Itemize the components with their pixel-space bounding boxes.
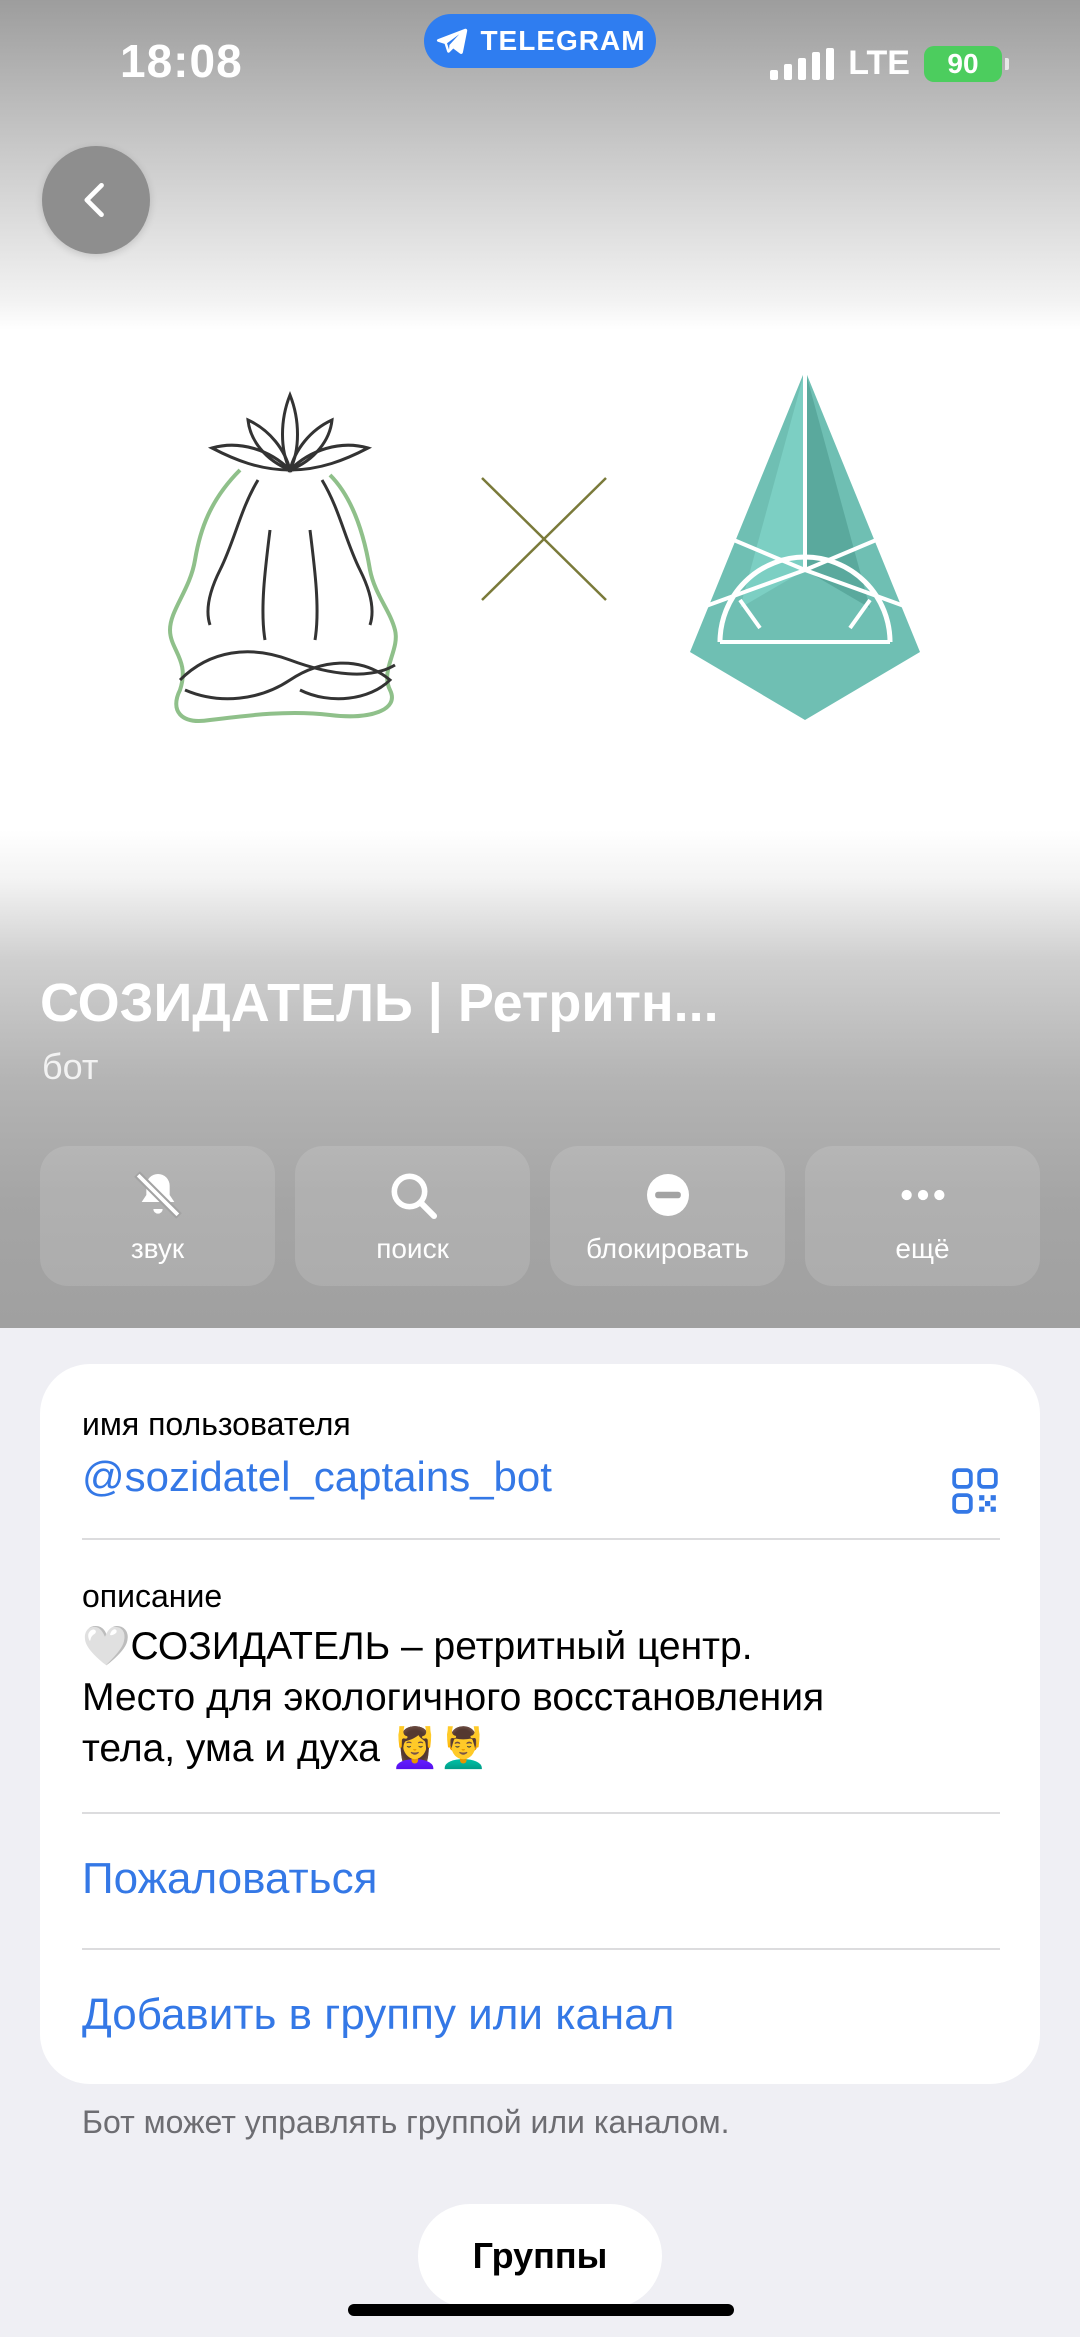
mute-label: звук xyxy=(130,1233,185,1264)
description-line: тела, ума и духа 💆‍♀️💆‍♂️ xyxy=(82,1727,488,1770)
signal-icon xyxy=(770,47,835,80)
network-type: LTE xyxy=(848,44,910,82)
divider xyxy=(82,1812,1000,1814)
profile-header: 18:08 TELEGRAM LTE 90 СОЗИДАТЕЛЬ | Ретри… xyxy=(0,0,1080,1328)
bot-profile-screen: 18:08 TELEGRAM LTE 90 СОЗИДАТЕЛЬ | Ретри… xyxy=(0,0,1080,2337)
chevron-left-icon xyxy=(84,182,104,218)
divider xyxy=(82,1538,1000,1540)
bot-info-card: имя пользователя @sozidatel_captains_bot… xyxy=(40,1364,1040,2084)
add-to-group-link[interactable]: Добавить в группу или канал xyxy=(82,1990,1000,2040)
more-icon xyxy=(901,1189,944,1201)
cross-icon xyxy=(481,477,607,601)
search-button[interactable]: поиск xyxy=(295,1146,530,1286)
description-line: Место для экологичного восстановления xyxy=(82,1676,825,1719)
battery-icon: 90 xyxy=(924,45,1009,82)
profile-action-bar: звук поиск блокировать ещё xyxy=(40,1146,1040,1286)
qr-code-icon[interactable] xyxy=(950,1466,1000,1516)
bot-name-title: СОЗИДАТЕЛЬ | Ретритн... xyxy=(40,973,719,1033)
mute-button[interactable]: звук xyxy=(40,1146,275,1286)
search-label: поиск xyxy=(376,1233,449,1264)
report-link[interactable]: Пожаловаться xyxy=(82,1854,1000,1904)
footnote-text: Бот может управлять группой или каналом. xyxy=(82,2104,730,2140)
back-button[interactable] xyxy=(42,146,150,254)
telegram-icon xyxy=(437,28,468,54)
block-button[interactable]: блокировать xyxy=(550,1146,785,1286)
meditation-figure-icon xyxy=(167,390,398,723)
more-button[interactable]: ещё xyxy=(805,1146,1040,1286)
username-value[interactable]: @sozidatel_captains_bot xyxy=(82,1453,1000,1501)
more-label: ещё xyxy=(895,1233,950,1264)
description-text: 🤍СОЗИДАТЕЛЬ – ретритный центр. Место для… xyxy=(82,1621,1000,1774)
home-indicator[interactable] xyxy=(348,2304,734,2316)
status-indicators: LTE 90 xyxy=(770,44,1009,83)
divider xyxy=(82,1948,1000,1950)
username-label: имя пользователя xyxy=(82,1406,351,1442)
username-row[interactable]: имя пользователя @sozidatel_captains_bot xyxy=(82,1406,1000,1514)
app-pill-label: TELEGRAM xyxy=(480,25,646,56)
description-row: описание 🤍СОЗИДАТЕЛЬ – ретритный центр. … xyxy=(82,1578,1000,1774)
crystal-logo-icon xyxy=(690,370,920,720)
description-label: описание xyxy=(82,1578,223,1614)
bot-type-subtitle: бот xyxy=(42,1046,99,1087)
battery-level: 90 xyxy=(947,47,979,79)
block-icon xyxy=(646,1174,689,1216)
search-icon xyxy=(391,1173,437,1220)
groups-button[interactable]: Группы xyxy=(418,2204,662,2308)
status-time: 18:08 xyxy=(120,35,243,87)
block-label: блокировать xyxy=(586,1233,749,1264)
bot-avatar-logo xyxy=(167,370,920,723)
description-line: 🤍СОЗИДАТЕЛЬ – ретритный центр. xyxy=(82,1625,753,1668)
telegram-app-pill[interactable]: TELEGRAM xyxy=(424,14,656,68)
bell-slash-icon xyxy=(133,1171,182,1219)
